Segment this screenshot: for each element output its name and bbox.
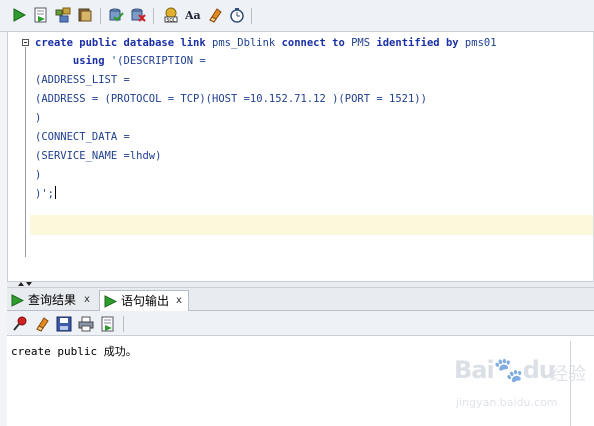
sql-text: '(DESCRIPTION = (110, 55, 206, 67)
toolbar-separator (153, 8, 154, 24)
run-script-icon[interactable] (33, 7, 49, 23)
code-line[interactable]: ) (35, 166, 41, 184)
fold-guide (25, 47, 26, 257)
tab-label: 查询结果 (28, 293, 77, 307)
sql-text: pms01 (464, 37, 497, 49)
watermark-url: jingyan.baidu.com (456, 396, 558, 409)
commit-icon[interactable] (108, 7, 124, 23)
code-line[interactable]: (CONNECT_DATA = (35, 128, 130, 146)
history-icon[interactable] (229, 7, 245, 23)
editor-toolbar: SQL Aa (0, 0, 594, 32)
code-line[interactable]: )'; (35, 185, 56, 203)
sql-text: )'; (35, 188, 54, 200)
sql-text: (SERVICE_NAME =lhdw) (35, 150, 162, 162)
fold-collapse-icon[interactable] (22, 39, 29, 46)
code-line[interactable]: (ADDRESS = (PROTOCOL = TCP)(HOST =10.152… (35, 90, 427, 108)
current-line-highlight (30, 215, 594, 235)
toolbar-separator (100, 8, 101, 24)
toolbar-separator (123, 316, 124, 332)
clear-icon[interactable] (207, 7, 223, 23)
code-line[interactable]: create public database link pms_Dblink c… (35, 34, 497, 52)
eraser-icon[interactable] (34, 316, 50, 332)
watermark-cn: 经验 (550, 364, 586, 385)
explain-plan-icon[interactable] (55, 7, 71, 23)
left-panel-edge (0, 32, 7, 426)
tab-label: 语句输出 (121, 294, 170, 308)
baidu-jingyan-watermark: Bai🐾du 经验 jingyan.baidu.com (454, 356, 594, 416)
pin-icon[interactable] (12, 316, 28, 332)
svg-text:Aa: Aa (185, 9, 201, 22)
print-icon[interactable] (78, 316, 94, 332)
splitter-arrows-icon[interactable] (17, 280, 33, 288)
sql-editor[interactable]: create public database link pms_Dblink c… (7, 32, 594, 282)
editor-gutter (8, 32, 30, 282)
tab-statement-output[interactable]: 语句输出 x (99, 290, 189, 311)
svg-text:SQL: SQL (167, 17, 176, 23)
save-icon[interactable] (56, 316, 72, 332)
sql-keyword: identified by (376, 37, 465, 49)
sql-text: ) (35, 169, 42, 181)
sql-keyword: using (35, 55, 111, 67)
sql-keyword: create public database link (35, 37, 213, 49)
code-line[interactable]: using '(DESCRIPTION = (35, 52, 206, 70)
close-icon[interactable]: x (176, 291, 182, 311)
code-line[interactable]: (ADDRESS_LIST = (35, 71, 130, 89)
close-icon[interactable]: x (84, 290, 90, 310)
sql-text: ) (35, 112, 42, 124)
sql-keyword: connect to (281, 37, 352, 49)
autotrace-icon[interactable] (77, 7, 93, 23)
sql-text: (ADDRESS_LIST = (35, 74, 130, 86)
toolbar-separator (251, 8, 252, 24)
run-icon[interactable] (11, 7, 27, 23)
sql-text: pms_Dblink (212, 37, 282, 49)
rollback-icon[interactable] (130, 7, 146, 23)
text-caret (54, 186, 56, 199)
sql-text: (ADDRESS = (PROTOCOL = TCP)(HOST =10.152… (35, 93, 427, 105)
play-icon (11, 294, 24, 307)
tab-query-results[interactable]: 查询结果 x (7, 290, 99, 311)
result-tabs: 查询结果 x 语句输出 x (7, 288, 594, 311)
sql-text: (CONNECT_DATA = (35, 131, 130, 143)
output-message: create public 成功。 (11, 345, 137, 358)
play-icon (104, 295, 117, 308)
sql-text: PMS (351, 37, 377, 49)
format-case-icon[interactable]: Aa (185, 7, 201, 23)
export-icon[interactable] (100, 316, 116, 332)
sql-tuning-icon[interactable]: SQL (163, 7, 179, 23)
panel-splitter[interactable] (7, 281, 594, 288)
code-line[interactable]: ) (35, 109, 41, 127)
watermark-brand: Bai🐾du (454, 356, 556, 384)
output-toolbar (7, 311, 594, 336)
code-line[interactable]: (SERVICE_NAME =lhdw) (35, 147, 161, 165)
